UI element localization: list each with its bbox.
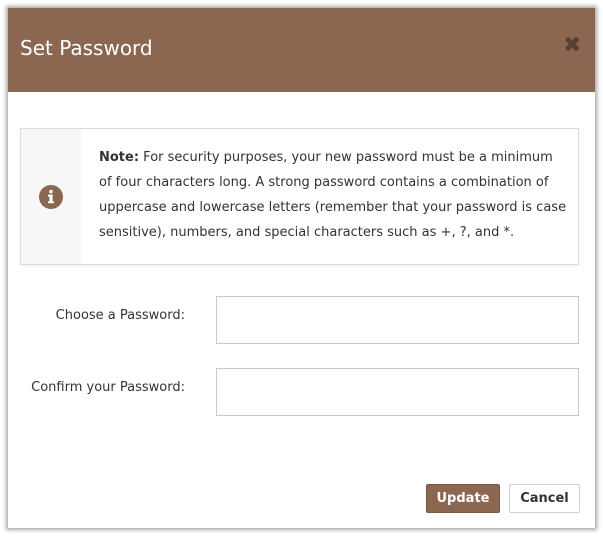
confirm-password-input[interactable] [216,368,579,416]
password-input[interactable] [216,296,579,344]
password-label: Choose a Password: [55,308,185,323]
note-lead: Note: [99,150,140,165]
update-button[interactable]: Update [426,484,500,513]
note-icon-column [21,129,81,264]
note-text: Note: For security purposes, your new pa… [99,145,569,245]
set-password-dialog: Set Password ✖ Note: For security purpos… [8,8,595,528]
cancel-button[interactable]: Cancel [509,484,580,513]
note-body: For security purposes, your new password… [99,150,567,240]
dialog-header: Set Password ✖ [8,8,595,92]
security-note: Note: For security purposes, your new pa… [20,128,579,265]
confirm-password-label: Confirm your Password: [31,380,185,395]
info-icon [39,185,63,209]
dialog-title: Set Password [20,36,153,60]
close-icon[interactable]: ✖ [563,35,581,57]
